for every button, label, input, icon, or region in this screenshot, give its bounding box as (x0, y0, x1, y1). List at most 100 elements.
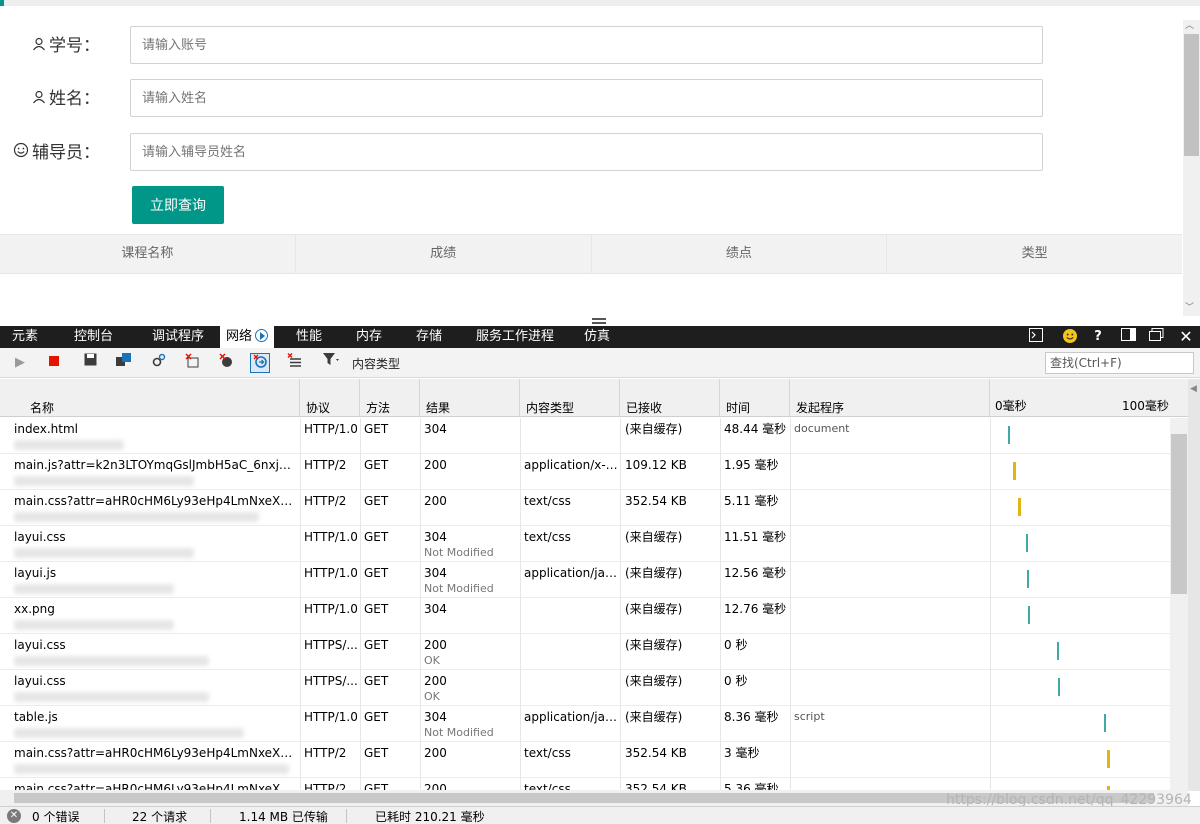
tab-emulation[interactable]: 仿真 (584, 326, 610, 348)
tab-elements[interactable]: 元素 (12, 326, 38, 348)
save-icon[interactable] (80, 353, 100, 373)
cell-result-text: 200 (424, 674, 447, 688)
column-time[interactable]: 时间 (720, 379, 790, 417)
tab-performance[interactable]: 性能 (296, 326, 322, 348)
feedback-smile-icon[interactable] (1060, 328, 1080, 346)
table-row[interactable]: main.js?attr=k2n3LTOYmqGslJmbH5aC_6nxj8v… (0, 454, 1170, 490)
cell-type-text: application/x-ja... (524, 458, 618, 472)
cell-result-text: 200 (424, 494, 447, 508)
page-scrollbar-thumb[interactable] (1184, 34, 1199, 156)
column-method[interactable]: 方法 (360, 379, 420, 417)
console-drawer-icon[interactable] (1026, 328, 1046, 346)
query-button[interactable]: 立即查询 (132, 186, 224, 224)
cell-time-text: 0 秒 (724, 638, 748, 652)
cell-protocol-text: HTTP/2 (304, 458, 347, 472)
settings-gear-icon[interactable] (148, 353, 168, 373)
redacted-url (14, 476, 194, 486)
cell-received: (来自缓存) (625, 673, 719, 689)
screen: 学号： 姓名： 辅导员： 立即查询 课程名称 (0, 0, 1200, 824)
stop-record-icon[interactable] (44, 353, 64, 373)
table-row[interactable]: index.html HTTP/1.0 GET 304 (来自缓存) 48.44 毫秒 do… (0, 418, 1170, 454)
column-course-name: 课程名称 (0, 235, 296, 273)
column-separator (360, 418, 361, 454)
cell-method-text: GET (364, 530, 389, 544)
cell-protocol: HTTP/2 (304, 493, 358, 509)
filter-icon[interactable] (322, 353, 342, 373)
scroll-down-icon[interactable]: ﹀ (1185, 300, 1194, 313)
error-count[interactable]: 0 个错误 (32, 808, 79, 824)
column-protocol[interactable]: 协议 (300, 379, 360, 417)
redacted-url (14, 692, 209, 702)
details-pane-toggle[interactable] (1188, 379, 1200, 791)
splitter-grip-icon[interactable] (592, 318, 606, 324)
cell-method: GET (364, 457, 414, 473)
column-result[interactable]: 结果 (420, 379, 520, 417)
undock-icon[interactable] (1146, 328, 1166, 346)
user-icon (32, 26, 46, 66)
clear-cache-icon[interactable] (182, 353, 202, 373)
tab-storage[interactable]: 存储 (416, 326, 442, 348)
help-icon[interactable]: ? (1088, 328, 1108, 346)
table-row[interactable]: main.css?attr=aHR0cHM6Ly93eHp4LmNxeXRpLm… (0, 490, 1170, 526)
column-content-type[interactable]: 内容类型 (520, 379, 620, 417)
find-input[interactable] (1045, 352, 1194, 374)
counselor-input[interactable] (130, 133, 1043, 171)
tab-memory[interactable]: 内存 (356, 326, 382, 348)
cell-result-text: 304 (424, 422, 447, 436)
column-separator (620, 778, 621, 790)
column-separator (620, 454, 621, 490)
cell-time: 3 毫秒 (724, 745, 788, 761)
column-initiator[interactable]: 发起程序 (790, 379, 990, 417)
column-separator (620, 598, 621, 634)
name-input[interactable] (130, 79, 1043, 117)
always-refresh-icon[interactable] (250, 353, 270, 373)
close-icon[interactable]: ✕ (1176, 328, 1196, 346)
column-separator (420, 490, 421, 526)
table-row[interactable]: main.css?attr=aHR0cHM6Ly93eHp4LmNxeXRpLm… (0, 742, 1170, 778)
cell-result-status-text: Not Modified (424, 546, 494, 559)
cell-method: GET (364, 637, 414, 653)
cell-received-text: (来自缓存) (625, 530, 683, 544)
tab-debugger[interactable]: 调试程序 (152, 326, 204, 348)
tab-service-workers[interactable]: 服务工作进程 (476, 326, 554, 348)
dock-icon[interactable] (1118, 328, 1138, 346)
table-row[interactable]: layui.css HTTP/1.0 GET 304 Not Modified text/… (0, 526, 1170, 562)
table-row[interactable]: table.js HTTP/1.0 GET 304 Not Modified applic… (0, 706, 1170, 742)
tab-console[interactable]: 控制台 (74, 326, 113, 348)
content-type-filter[interactable]: 内容类型 (352, 355, 400, 372)
column-separator (790, 670, 791, 706)
column-separator (990, 634, 991, 670)
cell-received: 352.54 KB (625, 745, 719, 761)
tab-network[interactable]: 网络 (220, 326, 275, 348)
import-har-icon[interactable] (114, 353, 134, 373)
play-icon[interactable]: ▶ (10, 353, 30, 373)
cell-time: 5.36 毫秒 (724, 781, 788, 790)
counselor-label: 辅导员： (13, 133, 100, 173)
table-row[interactable]: main.css?attr=aHR0cHM6Ly93eHp4LmNxeXRpLm… (0, 778, 1170, 790)
column-separator (300, 742, 301, 778)
column-separator (300, 490, 301, 526)
cell-received: 352.54 KB (625, 493, 719, 509)
cell-type: application/java... (524, 709, 618, 725)
cell-received: (来自缓存) (625, 709, 719, 725)
table-row[interactable]: layui.js HTTP/1.0 GET 304 Not Modified applic… (0, 562, 1170, 598)
column-received[interactable]: 已接收 (620, 379, 720, 417)
cell-received: (来自缓存) (625, 421, 719, 437)
network-toolbar: ▶ 内容类型 查找(Ctrl+F) (0, 348, 1200, 378)
table-row[interactable]: xx.png HTTP/1.0 GET 304 (来自缓存) 12.76 毫秒 (0, 598, 1170, 634)
waterfall-bar (1107, 750, 1110, 768)
top-bar-accent (0, 0, 4, 6)
column-separator (300, 778, 301, 790)
chevron-left-icon[interactable]: ◀ (1190, 384, 1197, 394)
student-id-input[interactable] (130, 26, 1043, 64)
column-name[interactable]: 名称 (0, 379, 300, 417)
clear-cookies-icon[interactable] (216, 353, 236, 373)
cell-protocol: HTTP/2 (304, 781, 358, 790)
network-scrollbar-thumb[interactable] (1171, 434, 1187, 594)
cell-result: 200 (424, 457, 516, 473)
scroll-up-icon[interactable]: ︿ (1185, 18, 1194, 31)
table-row[interactable]: layui.css HTTPS/... GET 200 OK (来自缓存) 0 秒 (0, 634, 1170, 670)
table-row[interactable]: layui.css HTTPS/... GET 200 OK (来自缓存) 0 秒 (0, 670, 1170, 706)
cell-method: GET (364, 421, 414, 437)
clear-entries-icon[interactable] (284, 353, 304, 373)
